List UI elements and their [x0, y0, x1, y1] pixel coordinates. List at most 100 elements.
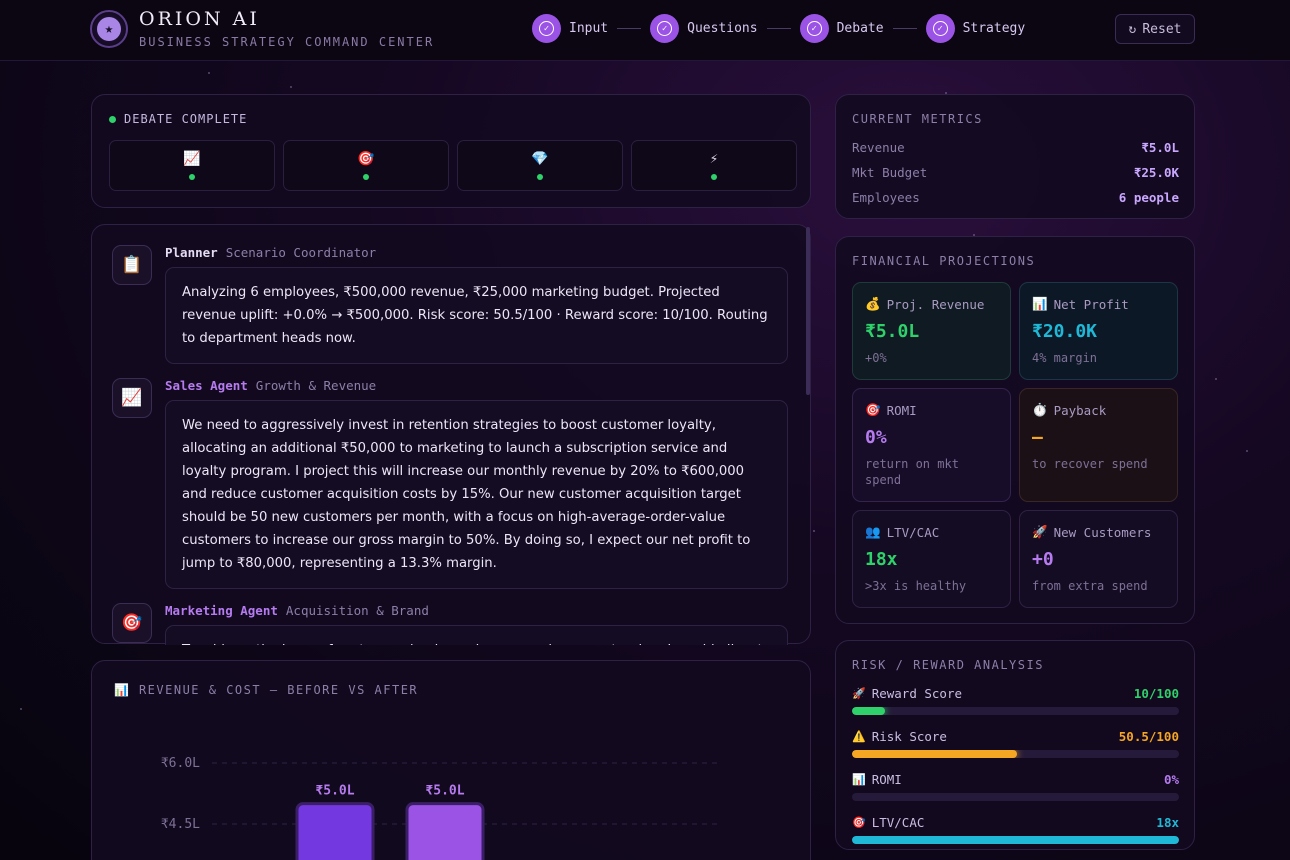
progress-track: [852, 750, 1179, 758]
scrollbar[interactable]: [806, 227, 810, 395]
card-value: ₹5.0L: [865, 321, 920, 342]
status-dot: [711, 174, 717, 180]
rocket-icon: 🚀: [1032, 524, 1048, 539]
net-profit-card: 📊 Net Profit ₹20.0K 4% margin: [1019, 282, 1178, 380]
agent-tab-sales[interactable]: 📈: [109, 140, 275, 191]
progress-steps: ✓ Input ✓ Questions ✓ Debate ✓ Strategy: [532, 14, 1025, 43]
revenue-chart: ₹6.0L ₹4.5L ₹5.0L ₹5.0L: [161, 756, 717, 860]
risk-value: 18x: [1156, 815, 1179, 830]
progress-fill: [852, 750, 1018, 758]
check-icon: ✓: [925, 14, 955, 43]
message-text: To address the issue of customers buying…: [165, 625, 788, 645]
bar-value-label: ₹5.0L: [315, 784, 354, 799]
refresh-icon: ↻: [1128, 21, 1137, 37]
bar[interactable]: [405, 802, 485, 860]
card-value: +0: [1032, 549, 1054, 570]
risk-label: ROMI: [871, 772, 902, 787]
bar-chart-icon: 📊: [852, 773, 866, 786]
ltv-cac-card: 👥 LTV/CAC 18x >3x is healthy: [852, 510, 1011, 608]
risk-value: 50.5/100: [1118, 729, 1179, 744]
chat-scroll-area[interactable]: 📋 Planner Scenario Coordinator Analyzing…: [112, 245, 788, 645]
metrics-title: CURRENT METRICS: [852, 112, 983, 126]
progress-track: [852, 836, 1179, 844]
card-label: Proj. Revenue: [886, 296, 985, 312]
card-label: Payback: [1053, 402, 1107, 418]
chat-message: 📈 Sales Agent Growth & Revenue We need t…: [112, 378, 788, 589]
agent-role: Scenario Coordinator: [225, 245, 377, 260]
reset-button[interactable]: ↻ Reset: [1115, 14, 1195, 44]
debate-chat-panel[interactable]: 📋 Planner Scenario Coordinator Analyzing…: [91, 224, 811, 645]
current-metrics-panel: CURRENT METRICS Revenue ₹5.0L Mkt Budget…: [835, 94, 1195, 219]
risk-label: LTV/CAC: [871, 815, 925, 830]
projections-title: FINANCIAL PROJECTIONS: [852, 254, 1036, 268]
target-icon: 🎯: [112, 603, 152, 643]
warning-icon: ⚠️: [852, 730, 866, 743]
target-icon: 🎯: [357, 151, 375, 167]
card-label: LTV/CAC: [886, 524, 940, 540]
check-icon: ✓: [532, 14, 561, 43]
revenue-chart-panel: 📊 REVENUE & COST — BEFORE VS AFTER ₹6.0L…: [91, 660, 811, 860]
status-dot: [363, 174, 369, 180]
risk-label: Risk Score: [871, 729, 947, 744]
status-dot: [189, 174, 195, 180]
step-connector: [766, 28, 791, 29]
check-icon: ✓: [650, 14, 680, 43]
card-label: Net Profit: [1053, 296, 1129, 312]
agent-tab-lightning[interactable]: ⚡: [631, 140, 797, 191]
risk-reward-panel: RISK / REWARD ANALYSIS 🚀 Reward Score 10/1…: [835, 640, 1195, 850]
agent-name: Marketing Agent: [165, 603, 278, 618]
ltv-cac-score-row: 🎯 LTV/CAC 18x: [852, 815, 1179, 844]
agent-role: Growth & Revenue: [255, 378, 377, 393]
proj-revenue-card: 💰 Proj. Revenue ₹5.0L +0%: [852, 282, 1011, 380]
metric-row-revenue: Revenue ₹5.0L: [852, 140, 1179, 155]
users-icon: 👥: [865, 524, 881, 539]
risk-title: RISK / REWARD ANALYSIS: [852, 658, 1044, 672]
agent-name: Planner: [165, 245, 218, 260]
card-value: 0%: [865, 427, 887, 448]
step-questions[interactable]: ✓ Questions: [650, 14, 758, 43]
chart-icon: 📈: [112, 378, 152, 418]
gem-icon: 💎: [531, 151, 549, 167]
payback-card: ⏱️ Payback — to recover spend: [1019, 388, 1178, 502]
app-title: ORION AI: [139, 8, 260, 30]
y-tick-label: ₹6.0L: [161, 756, 200, 771]
bar-value-label: ₹5.0L: [425, 784, 464, 799]
rocket-icon: 🚀: [852, 687, 866, 700]
card-subtext: 4% margin: [1032, 351, 1098, 365]
step-input[interactable]: ✓ Input: [532, 14, 608, 43]
lightning-icon: ⚡: [709, 151, 719, 167]
message-text: Analyzing 6 employees, ₹500,000 revenue,…: [165, 267, 788, 364]
timer-icon: ⏱️: [1032, 402, 1048, 417]
status-dot: [537, 174, 543, 180]
risk-value: 10/100: [1133, 686, 1179, 701]
progress-track: [852, 707, 1179, 715]
risk-score-row: ⚠️ Risk Score 50.5/100: [852, 729, 1179, 758]
step-strategy[interactable]: ✓ Strategy: [925, 14, 1025, 43]
card-subtext: >3x is healthy: [865, 579, 967, 593]
chat-message: 📋 Planner Scenario Coordinator Analyzing…: [112, 245, 788, 364]
status-dot: [109, 115, 116, 123]
step-debate[interactable]: ✓ Debate: [799, 14, 884, 43]
debate-status-label: DEBATE COMPLETE: [124, 112, 248, 126]
metric-row-employees: Employees 6 people: [852, 190, 1179, 205]
progress-fill: [852, 707, 885, 715]
romi-card: 🎯 ROMI 0% return on mkt spend: [852, 388, 1011, 502]
bar[interactable]: [295, 802, 375, 860]
card-subtext: from extra spend: [1032, 579, 1148, 593]
card-value: 18x: [865, 549, 898, 570]
agent-tab-gem[interactable]: 💎: [457, 140, 623, 191]
money-bag-icon: 💰: [865, 296, 881, 311]
card-label: New Customers: [1053, 524, 1152, 540]
message-text: We need to aggressively invest in retent…: [165, 400, 788, 589]
debate-status-panel: DEBATE COMPLETE 📈 🎯 💎 ⚡: [91, 94, 811, 208]
step-connector: [617, 28, 642, 29]
card-label: ROMI: [886, 402, 917, 418]
progress-fill: [852, 836, 1179, 844]
card-subtext: to recover spend: [1032, 457, 1148, 471]
new-customers-card: 🚀 New Customers +0 from extra spend: [1019, 510, 1178, 608]
risk-label: Reward Score: [871, 686, 963, 701]
financial-projections-panel: FINANCIAL PROJECTIONS 💰 Proj. Revenue ₹5.0…: [835, 236, 1195, 624]
card-value: —: [1032, 427, 1043, 448]
reward-score-row: 🚀 Reward Score 10/100: [852, 686, 1179, 715]
agent-tab-marketing[interactable]: 🎯: [283, 140, 449, 191]
